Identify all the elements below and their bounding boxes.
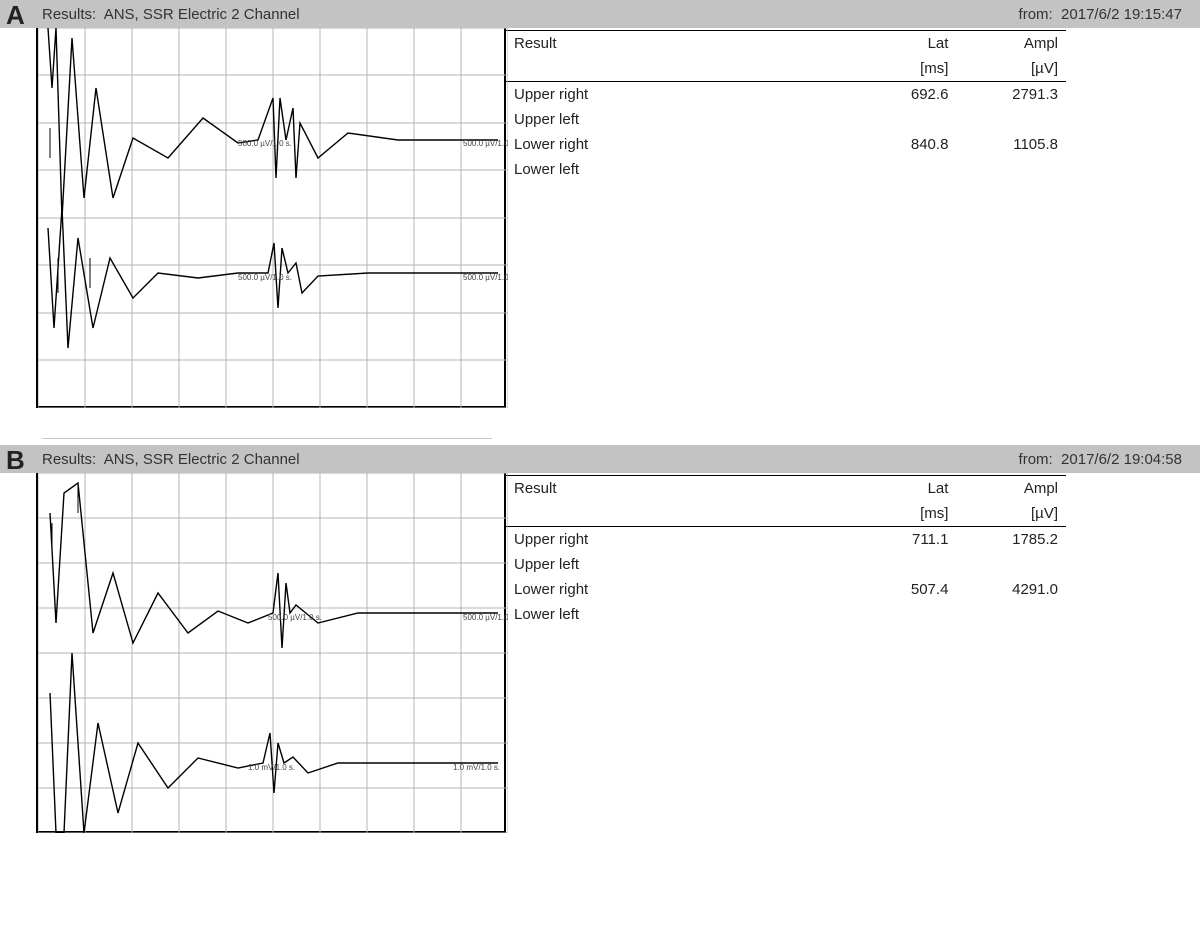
results-table-a: Result Lat Ampl [ms] [µV] Upper right 69… xyxy=(506,30,1066,182)
cell-ampl xyxy=(956,107,1066,132)
chart-box-a: 500.0 µV/1.0 s. 500.0 µV/1.0 s. 500.0 µV… xyxy=(36,28,506,408)
table-wrap-a: Result Lat Ampl [ms] [µV] Upper right 69… xyxy=(506,28,1200,182)
th-unit-lat-b: [ms] xyxy=(847,501,957,527)
header-bar-a: Results: ANS, SSR Electric 2 Channel fro… xyxy=(0,0,1200,28)
cell-lat xyxy=(847,552,957,577)
table-row: Upper left xyxy=(506,107,1066,132)
panel-a: A Results: ANS, SSR Electric 2 Channel f… xyxy=(0,0,1200,408)
th-lat-a: Lat xyxy=(847,31,957,57)
scale-b-top-right: 500.0 µV/1.0 s. xyxy=(463,613,508,622)
cell-name: Lower right xyxy=(506,577,847,602)
table-wrap-b: Result Lat Ampl [ms] [µV] Upper right 71… xyxy=(506,473,1200,627)
cell-lat: 840.8 xyxy=(847,132,957,157)
panel-label-b: B xyxy=(6,445,25,476)
scale-a-top-right: 500.0 µV/1.0 s. xyxy=(463,139,508,148)
header-left-b: Results: ANS, SSR Electric 2 Channel xyxy=(42,451,300,468)
th-unit-ampl-a: [µV] xyxy=(956,56,1066,82)
ticks-b xyxy=(52,483,78,551)
table-row: Lower right 840.8 1105.8 xyxy=(506,132,1066,157)
th-result-b: Result xyxy=(506,476,847,502)
scale-a-bot-right: 500.0 µV/1.0 s. xyxy=(463,273,508,282)
cell-ampl xyxy=(956,602,1066,627)
th-blank-a xyxy=(506,56,847,82)
th-unit-ampl-b: [µV] xyxy=(956,501,1066,527)
divider xyxy=(42,438,492,439)
cell-lat xyxy=(847,107,957,132)
cell-name: Lower left xyxy=(506,602,847,627)
content-row-b: 500.0 µV/1.0 s. 500.0 µV/1.0 s. 1.0 mV/1… xyxy=(0,473,1200,833)
header-right-b: from: 2017/6/2 19:04:58 xyxy=(1019,451,1182,468)
scale-b-bot-right: 1.0 mV/1.0 s. xyxy=(453,763,500,772)
cell-ampl xyxy=(956,552,1066,577)
header-bar-b: Results: ANS, SSR Electric 2 Channel fro… xyxy=(0,445,1200,473)
header-right-a: from: 2017/6/2 19:15:47 xyxy=(1019,6,1182,23)
cell-ampl: 1785.2 xyxy=(956,527,1066,553)
grid-a xyxy=(38,28,508,408)
table-row: Lower left xyxy=(506,602,1066,627)
cell-name: Upper left xyxy=(506,552,847,577)
cell-lat: 507.4 xyxy=(847,577,957,602)
cell-name: Upper right xyxy=(506,527,847,553)
panel-label-a: A xyxy=(6,0,25,31)
th-unit-lat-a: [ms] xyxy=(847,56,957,82)
cell-lat xyxy=(847,157,957,182)
cell-lat xyxy=(847,602,957,627)
table-row: Upper right 692.6 2791.3 xyxy=(506,82,1066,108)
cell-name: Upper left xyxy=(506,107,847,132)
table-row: Lower left xyxy=(506,157,1066,182)
cell-ampl xyxy=(956,157,1066,182)
th-ampl-b: Ampl xyxy=(956,476,1066,502)
cell-lat: 692.6 xyxy=(847,82,957,108)
header-left-a: Results: ANS, SSR Electric 2 Channel xyxy=(42,6,300,23)
content-row-a: 500.0 µV/1.0 s. 500.0 µV/1.0 s. 500.0 µV… xyxy=(0,28,1200,408)
table-row: Lower right 507.4 4291.0 xyxy=(506,577,1066,602)
th-result-a: Result xyxy=(506,31,847,57)
table-row: Upper right 711.1 1785.2 xyxy=(506,527,1066,553)
th-ampl-a: Ampl xyxy=(956,31,1066,57)
cell-ampl: 2791.3 xyxy=(956,82,1066,108)
cell-name: Lower left xyxy=(506,157,847,182)
trace-b-upper xyxy=(50,483,498,648)
scale-b-bot-mid: 1.0 mV/1.0 s. xyxy=(248,763,295,772)
cell-name: Lower right xyxy=(506,132,847,157)
cell-ampl: 4291.0 xyxy=(956,577,1066,602)
chart-box-b: 500.0 µV/1.0 s. 500.0 µV/1.0 s. 1.0 mV/1… xyxy=(36,473,506,833)
th-lat-b: Lat xyxy=(847,476,957,502)
ticks-a xyxy=(50,128,90,293)
scale-a-bot-mid: 500.0 µV/1.0 s. xyxy=(238,273,292,282)
table-row: Upper left xyxy=(506,552,1066,577)
scale-b-top-mid: 500.0 µV/1.0 s. xyxy=(268,613,322,622)
scale-a-top-mid: 500.0 µV/1.0 s. xyxy=(238,139,292,148)
cell-name: Upper right xyxy=(506,82,847,108)
waveform-svg-a: 500.0 µV/1.0 s. 500.0 µV/1.0 s. 500.0 µV… xyxy=(38,28,508,408)
cell-lat: 711.1 xyxy=(847,527,957,553)
th-blank-b xyxy=(506,501,847,527)
cell-ampl: 1105.8 xyxy=(956,132,1066,157)
panel-b: B Results: ANS, SSR Electric 2 Channel f… xyxy=(0,445,1200,833)
waveform-svg-b: 500.0 µV/1.0 s. 500.0 µV/1.0 s. 1.0 mV/1… xyxy=(38,473,508,833)
results-table-b: Result Lat Ampl [ms] [µV] Upper right 71… xyxy=(506,475,1066,627)
